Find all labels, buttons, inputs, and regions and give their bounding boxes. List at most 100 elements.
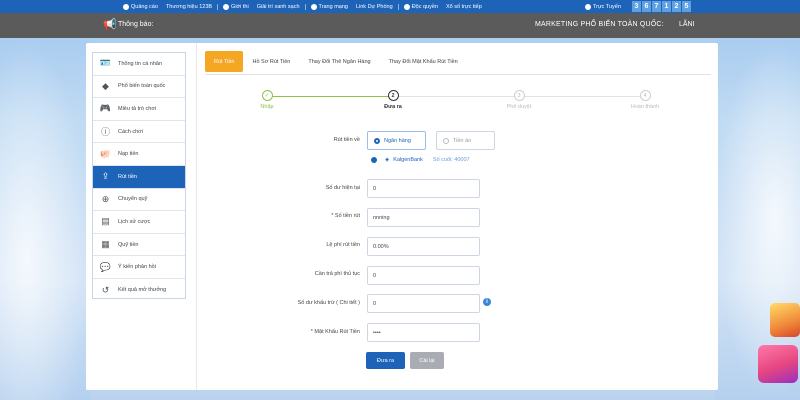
sidebar-item-withdraw[interactable]: ⇪ Rút tiền xyxy=(93,165,185,189)
top-link-label: Xổ số trực tiếp xyxy=(445,3,482,10)
info-icon xyxy=(223,3,230,10)
chat-icon: 💬 xyxy=(99,261,112,272)
promo-gift-icon[interactable] xyxy=(770,303,800,337)
sidebar-item-label: Thông tin cá nhân xyxy=(118,60,163,67)
document-icon: ▤ xyxy=(101,216,110,227)
sidebar-item-transfer[interactable]: ⊕ Chuyển quỹ xyxy=(93,189,185,212)
sidebar-item-game-description[interactable]: 🎮 Miêu tả trò chơi xyxy=(93,98,185,121)
radio-selected-icon xyxy=(371,157,377,163)
option-crypto[interactable]: Tiền ảo xyxy=(436,131,495,150)
fund-icon: ▦ xyxy=(101,239,110,250)
step-number: 2 xyxy=(387,90,399,101)
notice-bar: 📢 Thông báo: MARKETING PHỔ BIẾN TOÀN QUỐ… xyxy=(0,13,800,38)
tab-change-withdraw-password[interactable]: Thay Đổi Mật Khẩu Rút Tiền xyxy=(380,51,467,72)
notice-marquee: MARKETING PHỔ BIẾN TOÀN QUỐC: xyxy=(535,21,664,28)
tab-withdraw[interactable]: Rút Tiền xyxy=(205,51,244,72)
amount-label: * Số tiền rút xyxy=(331,213,360,219)
top-link-ads[interactable]: Quảng cáo Thương hiệu 123B xyxy=(118,3,219,10)
top-link-label: Giải trí xanh sạch xyxy=(256,3,300,10)
sidebar-item-label: Cách chơi xyxy=(118,128,144,135)
top-link-label: Trang mạng xyxy=(318,3,348,10)
top-link-label: Độc quyền xyxy=(411,3,438,10)
gamepad-icon: 🎮 xyxy=(99,103,112,114)
globe-icon xyxy=(310,3,317,10)
sidebar-item-bet-history[interactable]: ▤ Lịch sử cược xyxy=(93,211,185,234)
bank-account-row[interactable]: ◈ KalgenBank Số cuối: 40007 xyxy=(371,157,470,163)
sidebar-item-profile[interactable]: 🪪 Thông tin cá nhân xyxy=(93,53,185,76)
withdraw-password-input[interactable]: •••• xyxy=(367,323,480,342)
step-label: Hoàn thành xyxy=(630,104,660,110)
sidebar-item-results[interactable]: ↺ Kết quả mở thưởng xyxy=(93,279,185,302)
online-indicator: Trực Tuyến xyxy=(585,0,621,13)
bank-icon: ◈ xyxy=(385,157,390,163)
top-link-website[interactable]: Trang mạng Link Dự Phòng xyxy=(306,3,399,10)
info-circle-icon: ⓘ xyxy=(100,127,110,138)
online-digit: 5 xyxy=(682,1,691,12)
radio-empty-icon xyxy=(443,137,449,144)
top-link-label: Thương hiệu 123B xyxy=(165,3,213,10)
step-number: 3 xyxy=(513,90,525,101)
step-label: Nhập xyxy=(260,104,274,110)
sidebar-item-label: Phổ biến toàn quốc xyxy=(118,83,166,90)
info-icon[interactable]: i xyxy=(483,298,491,306)
top-link-label: Link Dự Phòng xyxy=(355,3,393,10)
top-link-intro[interactable]: Giới thi Giải trí xanh sạch xyxy=(218,3,306,10)
sidebar-item-deposit[interactable]: 🐖 Nạp tiền xyxy=(93,143,185,166)
submit-button[interactable]: Đưa ra xyxy=(366,352,405,369)
sidebar-item-label: Lịch sử cược xyxy=(118,218,151,225)
sidebar-item-marketing[interactable]: ◆ Phổ biến toàn quốc xyxy=(93,76,185,99)
fee-label: Cần trả phí thủ tục xyxy=(314,271,360,277)
tab-change-bank-card[interactable]: Thay Đổi Thẻ Ngân Hàng xyxy=(299,51,379,72)
online-digit: 1 xyxy=(662,1,671,12)
top-link-label: Giới thi xyxy=(231,3,249,10)
option-bank[interactable]: Ngân hàng xyxy=(367,131,426,150)
online-digit: 7 xyxy=(652,1,661,12)
piggy-bank-icon: 🐖 xyxy=(99,148,112,159)
top-link-exclusive[interactable]: Độc quyền Xổ số trực tiếp xyxy=(399,3,487,10)
coin-transfer-icon: ⊕ xyxy=(101,193,110,204)
user-icon xyxy=(403,3,410,10)
sidebar-item-how-to-play[interactable]: ⓘ Cách chơi xyxy=(93,121,185,144)
online-digit: 6 xyxy=(642,1,651,12)
option-bank-label: Ngân hàng xyxy=(384,137,411,144)
sidebar-item-label: Nạp tiền xyxy=(118,151,139,158)
reset-button[interactable]: Cài lại xyxy=(410,352,444,369)
step-submit: 2 Đưa ra xyxy=(363,90,423,110)
promo-box-icon[interactable] xyxy=(758,345,798,383)
radio-selected-icon xyxy=(374,137,380,144)
sidebar: 🪪 Thông tin cá nhân ◆ Phổ biến toàn quốc… xyxy=(92,52,186,299)
sidebar-item-label: Miêu tả trò chơi xyxy=(118,105,157,112)
top-bar: Quảng cáo Thương hiệu 123B Giới thi Giải… xyxy=(0,0,800,13)
deduct-field: 0 xyxy=(367,294,480,313)
bank-account-tail: Số cuối: 40007 xyxy=(432,157,470,163)
fee-rate-label: Lệ phí rút tiền xyxy=(326,242,360,248)
sidebar-item-funds[interactable]: ▦ Quỹ tiền xyxy=(93,234,185,257)
tab-divider xyxy=(205,74,711,75)
tab-withdraw-history[interactable]: Hồ Sơ Rút Tiền xyxy=(243,51,299,72)
sidebar-item-feedback[interactable]: 💬 Ý kiến phản hồi xyxy=(93,256,185,279)
option-crypto-label: Tiền ảo xyxy=(453,137,472,144)
notice-label: Thông báo: xyxy=(118,21,154,28)
sidebar-item-label: Chuyển quỹ xyxy=(118,196,148,203)
withdraw-icon: ⇪ xyxy=(101,171,110,182)
megaphone-icon: 📢 xyxy=(103,19,117,31)
step-approval: 3 Phê duyệt xyxy=(489,90,549,110)
online-label: Trực Tuyến xyxy=(593,3,621,10)
top-link-label: Quảng cáo xyxy=(131,3,158,10)
online-counter: 3 6 7 1 2 5 xyxy=(632,1,691,12)
top-links: Quảng cáo Thương hiệu 123B Giới thi Giải… xyxy=(118,3,487,10)
online-digit: 3 xyxy=(632,1,641,12)
step-input: ✓ Nhập xyxy=(237,90,297,110)
sidebar-item-label: Ý kiến phản hồi xyxy=(118,264,156,271)
withdraw-to-label: Rút tiền về xyxy=(333,137,360,143)
diamond-icon: ◆ xyxy=(102,80,109,91)
bank-name: KalgenBank xyxy=(393,157,423,163)
fee-field: 0 xyxy=(367,266,480,285)
sidebar-item-label: Kết quả mở thưởng xyxy=(118,287,167,294)
online-icon xyxy=(585,3,591,10)
tab-bar: Rút Tiền Hồ Sơ Rút Tiền Thay Đổi Thẻ Ngâ… xyxy=(205,51,467,72)
step-number: 4 xyxy=(639,90,651,101)
fee-rate-field: 0.00% xyxy=(367,237,480,256)
amount-input[interactable]: nnning xyxy=(367,208,480,227)
deduct-label: Số dư khấu trừ ( Chi tiết ) xyxy=(297,300,360,306)
